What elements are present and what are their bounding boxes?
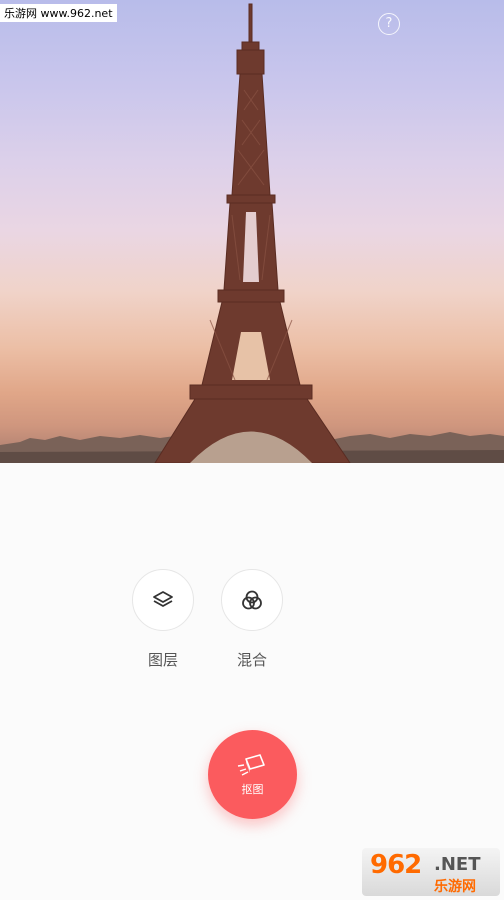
blend-label: 混合 [236, 651, 267, 669]
logo-chinese: 乐游网 [434, 879, 476, 895]
cutout-button[interactable]: 抠图 [208, 730, 297, 819]
eraser-icon [237, 753, 265, 776]
help-icon[interactable]: ? [378, 13, 400, 35]
eiffel-tower-illustration [0, 3, 504, 463]
eiffel-tower-photo [0, 0, 504, 463]
blend-icon[interactable] [221, 569, 283, 631]
logo-number: 962 [370, 850, 422, 880]
site-watermark: 乐游网 www.962.net [0, 4, 117, 22]
layers-tool[interactable]: 图层 [132, 569, 194, 670]
layers-icon[interactable] [132, 569, 194, 631]
blend-tool[interactable]: 混合 [221, 569, 283, 670]
logo-net: .NET [434, 854, 481, 875]
site-logo: 962 .NET 乐游网 [362, 848, 500, 896]
layers-label: 图层 [147, 651, 178, 669]
cutout-label: 抠图 [241, 782, 264, 796]
